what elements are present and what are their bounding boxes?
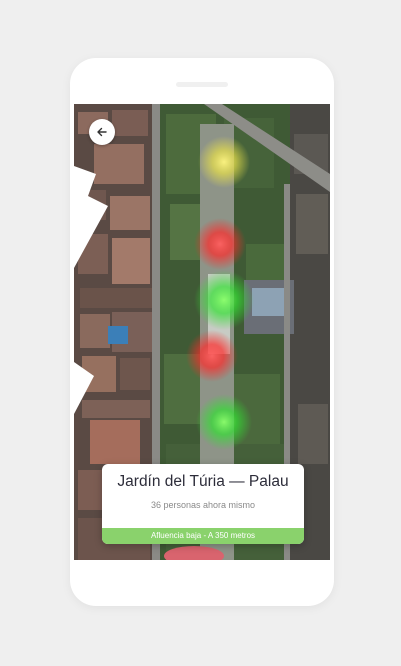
arrow-left-icon [97, 127, 107, 137]
place-title: Jardín del Túria — Palau [117, 473, 289, 490]
status-badge: Afluencia baja - A 350 metros [102, 528, 304, 544]
hotspot-yellow [198, 136, 250, 188]
hotspot-red [186, 330, 238, 382]
hotspot-red [194, 218, 246, 270]
back-button[interactable] [89, 119, 115, 145]
place-card[interactable]: Jardín del Túria — Palau 36 personas aho… [102, 464, 304, 544]
phone-frame: Jardín del Túria — Palau 36 personas aho… [70, 58, 334, 606]
phone-speaker [176, 82, 228, 87]
hotspot-green [196, 394, 252, 450]
app-screen: Jardín del Túria — Palau 36 personas aho… [74, 104, 330, 560]
occupancy-count: 36 personas ahora mismo [150, 500, 256, 510]
hotspot-green [194, 270, 254, 330]
